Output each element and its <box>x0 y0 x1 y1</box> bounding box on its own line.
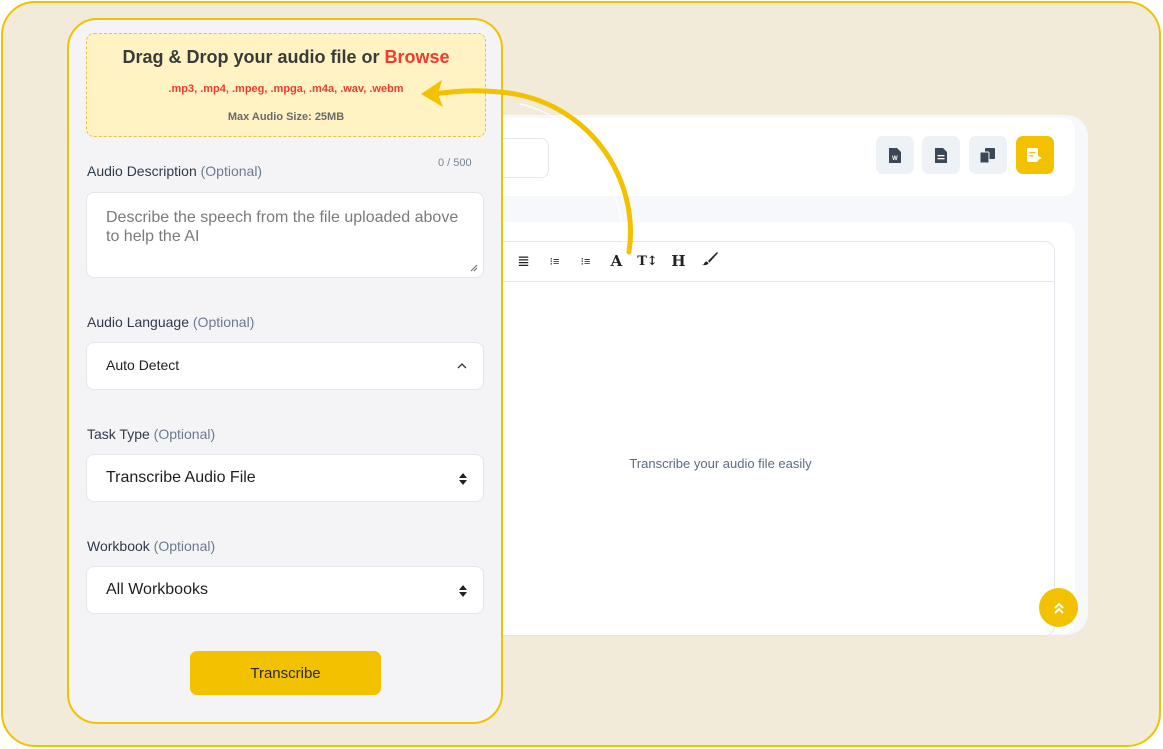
dropzone-title: Drag & Drop your audio file or Browse <box>87 47 485 68</box>
brush-icon[interactable] <box>694 252 725 270</box>
allowed-formats: .mp3, .mp4, .mpeg, .mpga, .m4a, .wav, .w… <box>168 83 404 95</box>
transcribe-button[interactable]: Transcribe <box>190 651 381 695</box>
scroll-top-button[interactable] <box>1039 588 1078 627</box>
double-chevron-up-icon <box>1053 602 1064 614</box>
copy-button[interactable] <box>969 136 1007 174</box>
task-type-select[interactable]: Transcribe Audio File <box>86 454 484 502</box>
resize-handle-icon[interactable] <box>470 264 478 272</box>
optional-tag: (Optional) <box>192 314 255 330</box>
task-type-label-text: Task Type <box>87 426 150 442</box>
description-label-text: Audio Description <box>87 163 197 179</box>
description-label: Audio Description (Optional) <box>87 163 262 179</box>
task-type-label: Task Type (Optional) <box>87 426 215 442</box>
workbook-label: Workbook (Optional) <box>87 538 215 554</box>
ordered-list-icon[interactable]: ⁝≡ <box>539 255 570 268</box>
font-size-icon[interactable]: T↕ <box>632 254 663 269</box>
editor-placeholder: Transcribe your audio file easily <box>629 456 812 471</box>
chevron-up-icon <box>457 363 467 369</box>
optional-tag: (Optional) <box>153 426 216 442</box>
word-export-button[interactable]: W <box>876 136 914 174</box>
max-audio-size: Max Audio Size: 25MB <box>227 111 345 123</box>
heading-icon[interactable]: H <box>663 252 694 270</box>
toolbar-divider <box>488 281 1055 282</box>
optional-tag: (Optional) <box>200 163 263 179</box>
optional-tag: (Optional) <box>153 538 216 554</box>
workbook-value: All Workbooks <box>106 581 208 598</box>
svg-text:W: W <box>892 156 898 162</box>
save-icon <box>1027 148 1042 162</box>
save-button[interactable] <box>1016 136 1054 174</box>
file-dropzone[interactable]: Drag & Drop your audio file or Browse .m… <box>86 33 486 137</box>
char-counter: 0 / 500 <box>438 157 472 169</box>
language-value: Auto Detect <box>106 357 180 373</box>
document-button[interactable] <box>922 136 960 174</box>
sort-arrows-icon <box>459 585 467 597</box>
word-export-icon: W <box>889 147 901 163</box>
language-label: Audio Language (Optional) <box>87 314 254 330</box>
workbook-label-text: Workbook <box>87 538 150 554</box>
font-color-icon[interactable]: A <box>601 252 632 270</box>
workbook-select[interactable]: All Workbooks <box>86 566 484 614</box>
rich-text-editor[interactable] <box>488 241 1055 636</box>
editor-toolbar: ≣ ⁝≡ ⁝≡ A T↕ H <box>508 248 725 274</box>
copy-icon <box>980 147 995 163</box>
browse-link[interactable]: Browse <box>385 47 450 67</box>
sort-arrows-icon <box>459 473 467 485</box>
description-textarea[interactable] <box>86 192 484 278</box>
dropzone-title-text: Drag & Drop your audio file or <box>122 47 385 67</box>
task-type-value: Transcribe Audio File <box>106 469 256 486</box>
language-label-text: Audio Language <box>87 314 189 330</box>
document-icon <box>935 147 947 163</box>
bullet-list-icon[interactable]: ⁝≡ <box>570 255 601 268</box>
align-justify-icon[interactable]: ≣ <box>508 252 539 270</box>
language-select[interactable]: Auto Detect <box>86 342 484 390</box>
